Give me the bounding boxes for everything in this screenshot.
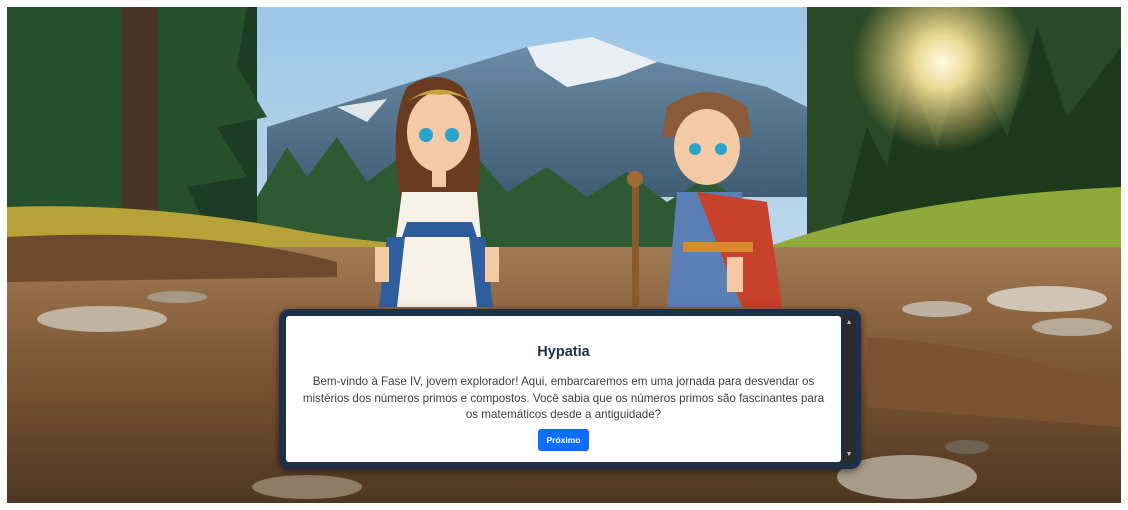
triangle-up-icon[interactable]: ▲	[843, 318, 855, 328]
game-scene: Hypatia Bem-vindo à Fase IV, jovem explo…	[7, 7, 1121, 503]
triangle-down-icon[interactable]: ▼	[843, 450, 855, 460]
dialog-scrollbar[interactable]: ▲ ▼	[843, 316, 855, 462]
next-button[interactable]: Próximo	[538, 428, 589, 451]
speaker-name: Hypatia	[537, 344, 590, 360]
dialog-box: Hypatia Bem-vindo à Fase IV, jovem explo…	[279, 309, 861, 469]
dialog-content: Hypatia Bem-vindo à Fase IV, jovem explo…	[286, 316, 841, 462]
dialog-text: Bem-vindo à Fase IV, jovem explorador! A…	[302, 375, 825, 421]
